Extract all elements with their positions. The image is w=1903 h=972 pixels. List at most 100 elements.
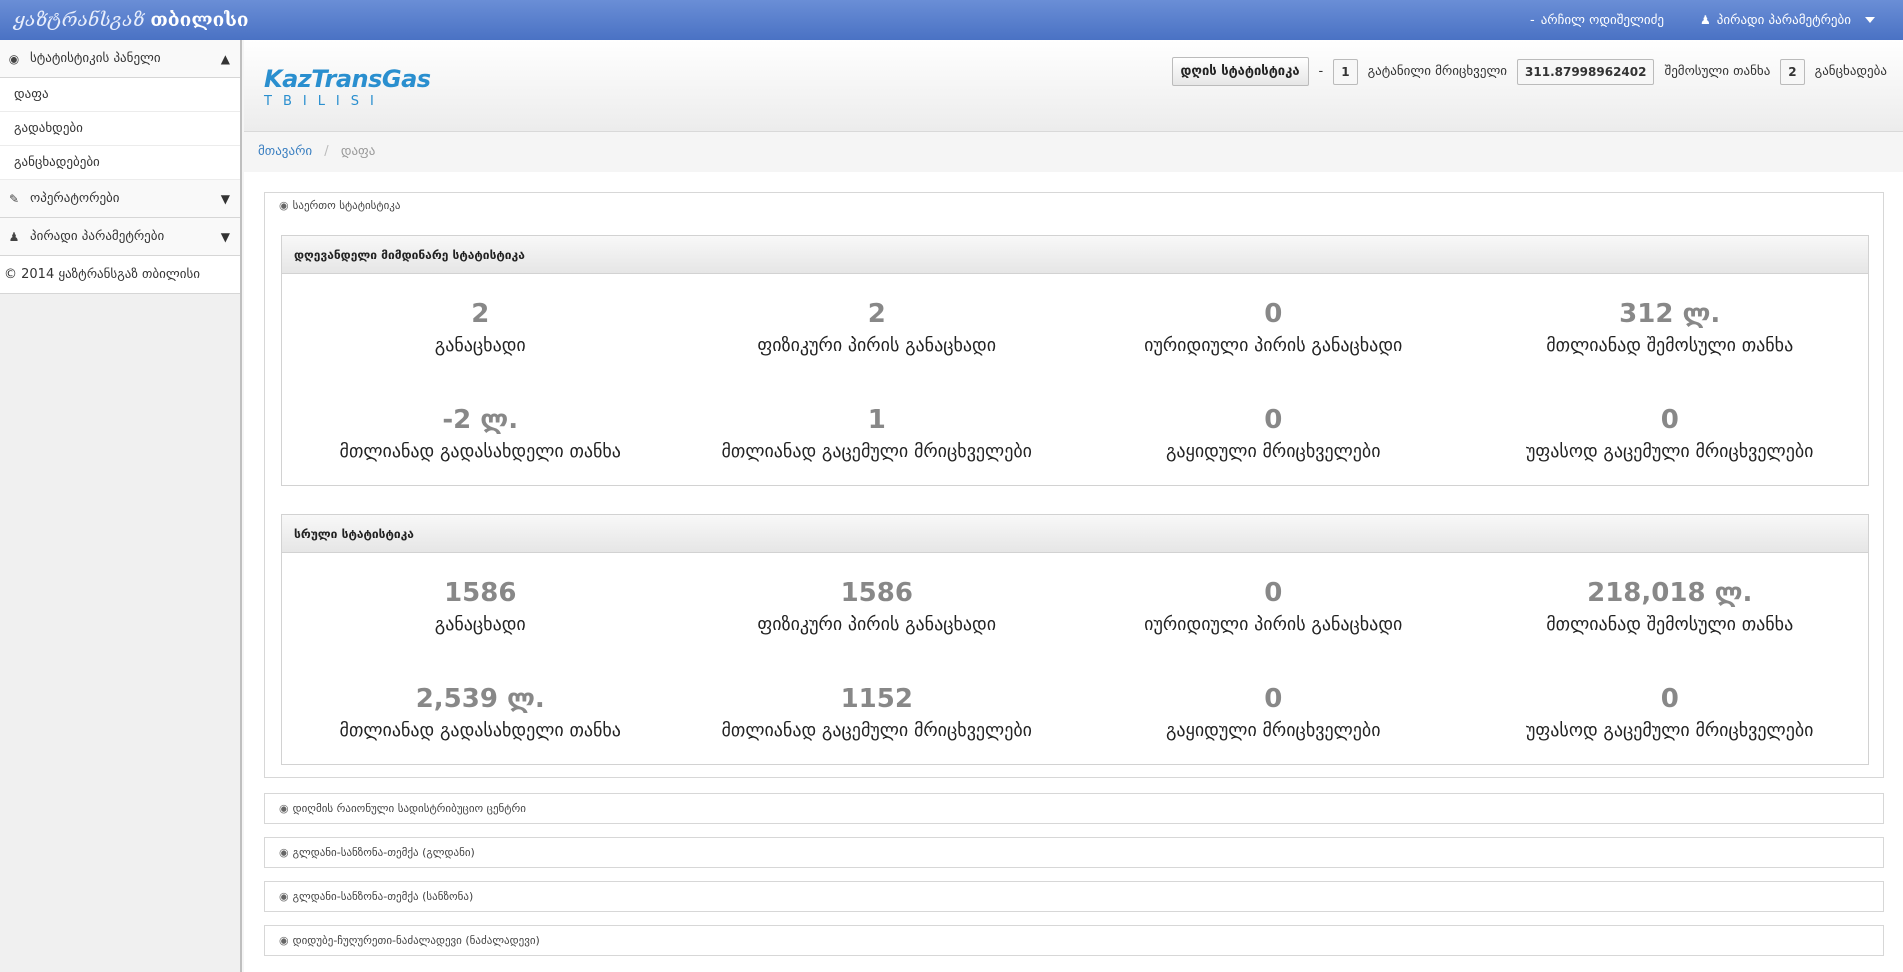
today-stats-header: დღევანდელი მიმდინარე სტატისტიკა (282, 236, 1868, 274)
dashboard-icon: ◉ (279, 890, 289, 903)
meters-label: გატანილი მრიცხველი (1367, 64, 1508, 79)
applications-count-badge: 2 (1780, 58, 1805, 85)
user-name: არჩილ ოდიშელიძე (1540, 12, 1664, 28)
sidebar: ◉ სტატისტიკის პანელი ▲ დაფა გადახდები გა… (0, 40, 242, 972)
dashboard-icon: ◉ (279, 846, 289, 859)
breadcrumb-separator: / (324, 144, 329, 159)
dashboard-icon: ◉ (279, 934, 289, 947)
applications-label: განცხადება (1814, 64, 1887, 79)
user-menu[interactable]: - არჩილ ოდიშელიძე (1530, 13, 1664, 28)
stat-cell: 0 იურიდიული პირის განაცხადი (1075, 553, 1472, 659)
stat-label: უფასოდ გაცემული მრიცხველები (1526, 719, 1814, 741)
breadcrumb-home-link[interactable]: მთავარი (258, 144, 312, 159)
amount-badge: 311.87998962402 (1517, 58, 1655, 85)
copyright-text: © 2014 ყაზტრანსგაზ თბილისი (4, 267, 200, 282)
content-header: KazTransGas TBILISI დღის სტატისტიკა - 1 … (244, 40, 1903, 132)
stat-cell: 218,018 ლ. მთლიანად შემოსული თანხა (1472, 553, 1869, 659)
stat-value: 1 (867, 404, 886, 435)
amount-label: შემოსული თანხა (1664, 64, 1771, 79)
stat-label: იურიდიული პირის განაცხადი (1144, 334, 1403, 356)
sidebar-section-stats[interactable]: ◉ სტატისტიკის პანელი ▲ (0, 40, 240, 78)
stat-value: -2 ლ. (442, 404, 519, 435)
full-stats-box: სრული სტატისტიკა 1586 განაცხადი 1586 ფიზ… (281, 514, 1869, 765)
stats-dash: - (1318, 64, 1324, 79)
region-title: დიდუბე-ჩუღურეთი-ნაძალადევი (ნაძალადევი) (292, 934, 540, 947)
company-logo: KazTransGas TBILISI (260, 62, 431, 112)
stat-value: 1586 (840, 577, 913, 608)
sidebar-footer: © 2014 ყაზტრანსგაზ თბილისი (0, 256, 240, 294)
stat-value: 0 (1660, 683, 1679, 714)
stat-cell: 0 უფასოდ გაცემული მრიცხველები (1472, 380, 1869, 486)
sidebar-item-payments[interactable]: გადახდები (0, 112, 240, 146)
chevron-up-icon: ▲ (220, 51, 230, 66)
sidebar-section-operators[interactable]: ✎ ოპერატორები ▼ (0, 180, 240, 218)
stat-cell: 0 უფასოდ გაცემული მრიცხველები (1472, 659, 1869, 765)
region-panel-sanzona[interactable]: ◉ გლდანი-სანზონა-თემქა (სანზონა) (264, 881, 1884, 912)
stat-value: 312 ლ. (1619, 298, 1721, 329)
breadcrumb-current: დაფა (340, 144, 376, 159)
stat-value: 0 (1264, 683, 1283, 714)
dashboard-icon: ◉ (8, 51, 20, 66)
stat-label: უფასოდ გაცემული მრიცხველები (1526, 440, 1814, 462)
stat-cell: 1 მთლიანად გაცემული მრიცხველები (679, 380, 1076, 486)
daily-stats-bar: დღის სტატისტიკა - 1 გატანილი მრიცხველი 3… (1171, 57, 1887, 86)
personal-params-menu[interactable]: ♟ პირადი პარამეტრები (1700, 13, 1875, 28)
stat-label: იურიდიული პირის განაცხადი (1144, 613, 1403, 635)
stat-value: 2 (867, 298, 886, 329)
brand[interactable]: ყაზტრანსგაზ თბილისი (0, 9, 249, 31)
sidebar-item-label: გადახდები (14, 121, 83, 136)
stat-cell: 0 გაყიდული მრიცხველები (1075, 380, 1472, 486)
stat-label: ფიზიკური პირის განაცხადი (757, 334, 997, 356)
edit-icon: ✎ (8, 191, 20, 206)
stat-label: მთლიანად გაცემული მრიცხველები (721, 719, 1033, 741)
general-stats-panel: ◉ საერთო სტატისტიკა დღევანდელი მიმდინარე… (264, 192, 1884, 778)
top-navbar: ყაზტრანსგაზ თბილისი - არჩილ ოდიშელიძე ♟ … (0, 0, 1903, 40)
region-title: დიღმის რაიონული სადისტრიბუციო ცენტრი (292, 802, 526, 815)
stat-label: მთლიანად გადასახდელი თანხა (339, 440, 621, 462)
sidebar-section-personal[interactable]: ♟ პირადი პარამეტრები ▼ (0, 218, 240, 256)
caret-down-icon (1865, 17, 1875, 23)
region-panel-gldani[interactable]: ◉ გლდანი-სანზონა-თემქა (გლდანი) (264, 837, 1884, 868)
stat-cell: -2 ლ. მთლიანად გადასახდელი თანხა (282, 380, 679, 486)
region-panel-nadzaladevi[interactable]: ◉ დიდუბე-ჩუღურეთი-ნაძალადევი (ნაძალადევი… (264, 925, 1884, 956)
stat-value: 0 (1264, 298, 1283, 329)
sidebar-item-label: დაფა (14, 87, 49, 102)
logo-line1: KazTransGas (264, 65, 431, 93)
stat-cell: 1586 ფიზიკური პირის განაცხადი (679, 553, 1076, 659)
stat-cell: 0 გაყიდული მრიცხველები (1075, 659, 1472, 765)
sidebar-item-dashboard[interactable]: დაფა (0, 78, 240, 112)
sidebar-section-personal-label: პირადი პარამეტრები (30, 229, 165, 244)
stat-label: გაყიდული მრიცხველები (1165, 440, 1381, 462)
stat-value: 0 (1264, 577, 1283, 608)
logo-line2: TBILISI (264, 94, 385, 109)
stat-label: განაცხადი (434, 613, 526, 635)
stat-cell: 2 ფიზიკური პირის განაცხადი (679, 274, 1076, 380)
stat-cell: 0 იურიდიული პირის განაცხადი (1075, 274, 1472, 380)
region-title: გლდანი-სანზონა-თემქა (სანზონა) (292, 890, 474, 903)
stat-value: 0 (1264, 404, 1283, 435)
sidebar-section-stats-label: სტატისტიკის პანელი (30, 51, 161, 66)
sidebar-item-label: განცხადებები (14, 155, 100, 170)
stat-label: მთლიანად გაცემული მრიცხველები (721, 440, 1033, 462)
user-icon: ♟ (1700, 13, 1711, 27)
chevron-down-icon: ▼ (220, 229, 230, 244)
user-prefix: - (1529, 12, 1535, 28)
general-stats-title: ◉ საერთო სტატისტიკა (279, 199, 401, 212)
region-title: გლდანი-სანზონა-თემქა (გლდანი) (292, 846, 475, 859)
sidebar-item-applications[interactable]: განცხადებები (0, 146, 240, 180)
stat-value: 1152 (840, 683, 913, 714)
region-panel-digomi[interactable]: ◉ დიღმის რაიონული სადისტრიბუციო ცენტრი (264, 793, 1884, 824)
stat-value: 2 (471, 298, 490, 329)
brand-bold: თბილისი (150, 9, 249, 31)
stat-label: განაცხადი (434, 334, 526, 356)
meters-count-badge: 1 (1333, 58, 1358, 85)
daily-stats-button[interactable]: დღის სტატისტიკა (1171, 57, 1309, 86)
stat-value: 2,539 ლ. (415, 683, 545, 714)
stat-value: 1586 (444, 577, 517, 608)
chevron-down-icon: ▼ (220, 191, 230, 206)
stat-label: მთლიანად შემოსული თანხა (1546, 334, 1794, 356)
stat-cell: 1586 განაცხადი (282, 553, 679, 659)
stat-label: მთლიანად გადასახდელი თანხა (339, 719, 621, 741)
user-icon: ♟ (8, 229, 20, 244)
stat-cell: 312 ლ. მთლიანად შემოსული თანხა (1472, 274, 1869, 380)
